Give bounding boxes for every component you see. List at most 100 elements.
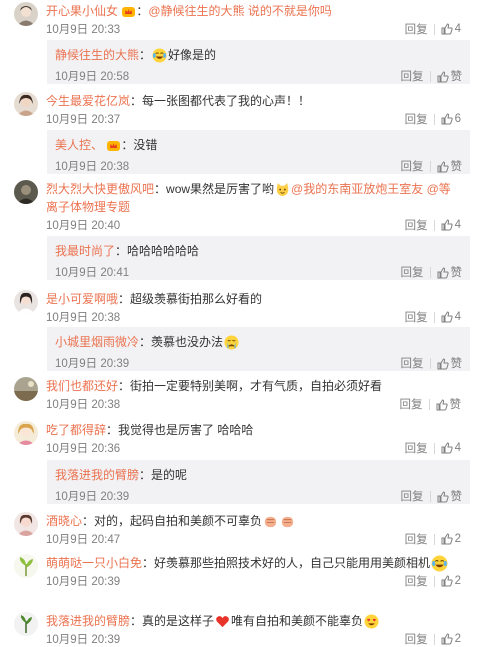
like-button[interactable]: 2 (441, 575, 461, 587)
reply-username[interactable]: 静候往生的大熊 (55, 48, 139, 62)
like-button[interactable]: 6 (441, 113, 461, 125)
reply-item: 静候往生的大熊： 好像是的 10月9日 20:58 回复赞 (47, 40, 470, 84)
avatar[interactable] (14, 290, 38, 314)
like-button[interactable]: 4 (441, 219, 461, 231)
avatar[interactable] (14, 554, 38, 578)
avatar[interactable] (14, 2, 38, 26)
cat-emoji-icon (275, 182, 290, 197)
like-button[interactable]: 赞 (437, 264, 463, 280)
like-button[interactable]: 赞 (437, 68, 462, 84)
reply-text: 好像是的 (168, 48, 217, 62)
reply-item: 小城里烟雨微冷：羡慕也没办法 10月9日 20:39 回复赞 (47, 327, 470, 371)
reply-text: 没错 (133, 138, 158, 152)
comment-username[interactable]: 烈大烈大快更傲风吧 (46, 182, 154, 196)
thumbs-up-icon (437, 161, 449, 173)
thumbs-up-icon (441, 23, 453, 35)
comment-text: 真的是这样子 (142, 614, 215, 628)
like-label: 赞 (450, 358, 463, 370)
like-count: 4 (454, 442, 461, 455)
reply-button[interactable]: 回复 (405, 531, 428, 547)
reply-button[interactable]: 回复 (405, 631, 428, 647)
comment-time: 10月9日 20:40 (46, 220, 121, 232)
reply-button[interactable]: 回复 (400, 396, 423, 412)
comment-username[interactable]: 是小可爱啊哦 (46, 292, 118, 306)
thumbs-up-icon (441, 442, 453, 454)
reply-username[interactable]: 小城里烟雨微冷 (55, 335, 139, 349)
thumbs-up-icon (441, 633, 453, 645)
reply-button[interactable]: 回复 (405, 573, 428, 589)
thumbs-up-icon (441, 311, 453, 323)
reply-text: 哈哈哈哈哈哈 (127, 244, 200, 258)
crying-emoji-icon (224, 335, 239, 350)
thumbs-up-icon (436, 399, 448, 411)
comment-text: 街拍一定要特别美啊，才有气质，自拍必须好看 (130, 379, 383, 393)
like-count: 2 (454, 633, 461, 646)
avatar[interactable] (14, 421, 38, 445)
avatar[interactable] (14, 92, 38, 116)
thumbs-up-icon (437, 267, 449, 279)
comment-text: wow果然是厉害了哟 (166, 182, 275, 196)
heart-eyes-emoji-icon (364, 614, 379, 629)
comment-time: 10月9日 20:37 (46, 114, 121, 126)
reply-button[interactable]: 回复 (401, 158, 424, 174)
thumbs-up-icon (437, 71, 449, 83)
reply-button[interactable]: 回复 (405, 309, 428, 325)
comment-username[interactable]: 萌萌哒一只小白免 (46, 556, 142, 570)
avatar[interactable] (14, 612, 38, 636)
comment-username[interactable]: 今生最爱花亿岚 (46, 94, 130, 108)
like-button[interactable]: 4 (441, 311, 461, 323)
like-button[interactable]: 4 (441, 442, 461, 454)
reply-button[interactable]: 回复 (401, 264, 424, 280)
like-button[interactable]: 2 (441, 533, 461, 545)
thumbs-up-icon (441, 533, 453, 545)
avatar[interactable] (14, 180, 38, 204)
like-label: 赞 (449, 399, 462, 411)
thumbs-up-icon (441, 219, 453, 231)
avatar[interactable] (14, 377, 38, 401)
reply-time: 10月9日 20:58 (55, 71, 130, 83)
comment-mention[interactable]: 离子体物理专题 (46, 200, 130, 214)
reply-item: 我最时尚了：哈哈哈哈哈哈 10月9日 20:41 回复赞 (47, 236, 470, 280)
comment-username[interactable]: 开心果小仙女 (46, 4, 118, 18)
reply-button[interactable]: 回复 (405, 440, 428, 456)
reply-button[interactable]: 回复 (401, 488, 424, 504)
comment-time: 10月9日 20:38 (46, 399, 121, 411)
comment-username[interactable]: 我落进我的臂膀 (46, 614, 130, 628)
reply-button[interactable]: 回复 (401, 355, 424, 371)
comment-username[interactable]: 我们也都还好 (46, 379, 118, 393)
like-button[interactable]: 赞 (437, 355, 463, 371)
reply-username[interactable]: 我落进我的臂膀 (55, 468, 139, 482)
comment-mention[interactable]: @我的东南亚放炮王室友 @等 (291, 182, 451, 196)
like-button[interactable]: 赞 (437, 158, 462, 174)
comment-username[interactable]: 吃了都得辞 (46, 423, 106, 437)
like-label: 赞 (450, 267, 463, 279)
like-count: 4 (454, 311, 461, 324)
reply-item: 我落进我的臂膀：是的呢 10月9日 20:39 回复赞 (47, 460, 470, 504)
reply-button[interactable]: 回复 (405, 21, 428, 37)
reply-username[interactable]: 我最时尚了 (55, 244, 115, 258)
like-button[interactable]: 2 (441, 633, 461, 645)
reply-username[interactable]: 美人控、 (55, 138, 103, 152)
comment-mention[interactable]: @静候往生的大熊 说的不就是你吗 (148, 4, 332, 18)
crown-badge-icon (107, 140, 121, 152)
avatar[interactable] (14, 512, 38, 536)
like-button[interactable]: 赞 (437, 488, 463, 504)
heart-emoji-icon (215, 614, 230, 629)
comment-text: 好羡慕那些拍照技术好的人，自己只能用用美颜相机 (154, 556, 431, 570)
reply-button[interactable]: 回复 (405, 217, 428, 233)
thumbs-up-icon (441, 113, 453, 125)
reply-time: 10月9日 20:38 (55, 161, 130, 173)
like-button[interactable]: 4 (441, 23, 461, 35)
like-count: 2 (454, 533, 461, 546)
reply-button[interactable]: 回复 (401, 68, 424, 84)
fist-emoji-icon (280, 514, 295, 529)
like-button[interactable]: 赞 (436, 396, 462, 412)
comment-username[interactable]: 酒晓心 (46, 514, 82, 528)
comment-text: 对的，起码自拍和美颜不可辜负 (94, 514, 263, 528)
reply-text: 是的呢 (151, 468, 188, 482)
reply-button[interactable]: 回复 (405, 111, 428, 127)
like-label: 赞 (450, 491, 463, 503)
comment-text: 超级羡慕街拍那么好看的 (130, 292, 263, 306)
reply-time: 10月9日 20:41 (55, 267, 130, 279)
thumbs-up-icon (437, 491, 449, 503)
